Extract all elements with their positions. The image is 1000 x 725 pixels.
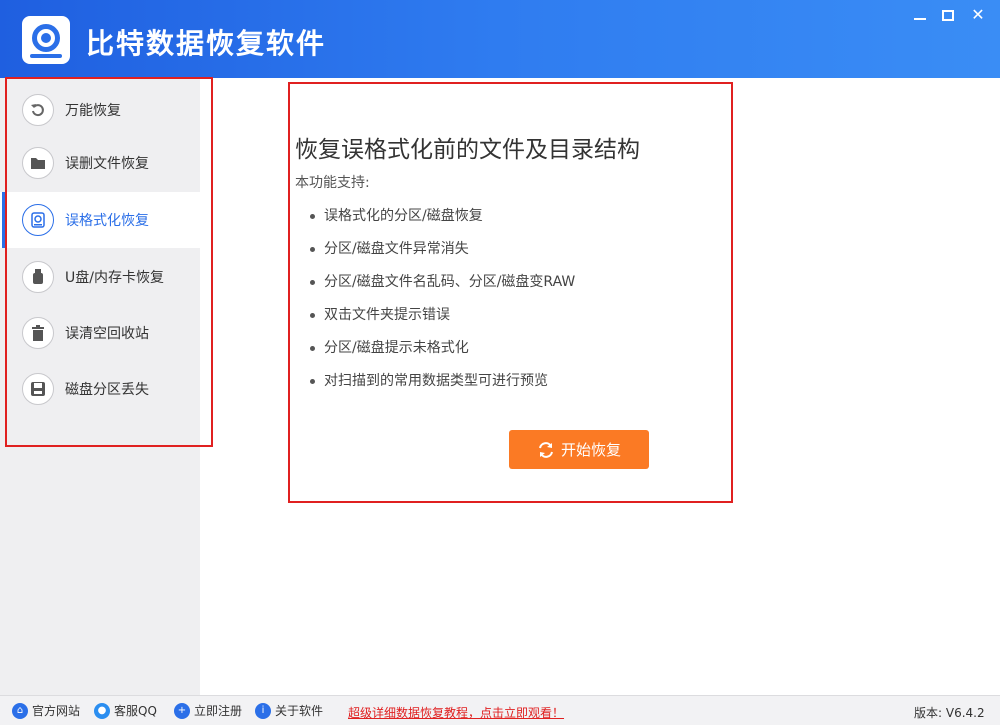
undo-icon (22, 94, 54, 126)
info-icon: i (255, 702, 271, 719)
folder-icon (22, 147, 54, 179)
bullet-icon (310, 345, 315, 351)
sidebar-item-deleted-files[interactable]: 误删文件恢复 (0, 135, 200, 191)
sidebar-item-recycle-bin[interactable]: 误清空回收站 (0, 305, 200, 361)
sidebar-item-label: 磁盘分区丢失 (65, 382, 149, 398)
maximize-icon (942, 10, 954, 21)
usb-drive-icon (22, 261, 54, 293)
about-link[interactable]: i 关于软件 (255, 702, 323, 719)
feature-intro: 本功能支持: (295, 175, 370, 191)
home-icon: ⌂ (12, 702, 28, 719)
bullet-icon (310, 213, 315, 219)
start-recovery-button[interactable]: 开始恢复 (509, 430, 649, 469)
page-title: 恢复误格式化前的文件及目录结构 (295, 137, 640, 163)
bullet-icon (310, 378, 315, 384)
user-register-icon: + (174, 702, 190, 719)
refresh-icon (539, 441, 553, 458)
sidebar-item-usb-recovery[interactable]: U盘/内存卡恢复 (0, 249, 200, 305)
feature-item: 分区/磁盘文件名乱码、分区/磁盘变RAW (310, 271, 575, 291)
customer-service-qq-link[interactable]: ● 客服QQ (94, 702, 157, 719)
sidebar-item-partition-lost[interactable]: 磁盘分区丢失 (0, 361, 200, 417)
close-button[interactable]: ✕ (962, 0, 994, 30)
sidebar-item-label: 误格式化恢复 (65, 213, 149, 229)
sidebar-item-label: 万能恢复 (65, 103, 121, 119)
app-title: 比特数据恢复软件 (86, 27, 327, 60)
bullet-icon (310, 279, 315, 285)
bullet-icon (310, 312, 315, 318)
sidebar-item-universal-recovery[interactable]: 万能恢复 (0, 82, 200, 138)
version-label: 版本: V6.4.2 (914, 706, 985, 720)
tutorial-promo-link[interactable]: 超级详细数据恢复教程，点击立即观看！ (348, 704, 564, 721)
official-site-link[interactable]: ⌂ 官方网站 (12, 702, 80, 719)
sidebar-item-label: 误删文件恢复 (65, 156, 149, 172)
feature-item: 双击文件夹提示错误 (310, 304, 450, 324)
format-disk-icon (22, 204, 54, 236)
feature-item: 分区/磁盘提示未格式化 (310, 337, 469, 357)
sidebar-item-label: 误清空回收站 (65, 326, 149, 342)
bullet-icon (310, 246, 315, 252)
trash-icon (22, 317, 54, 349)
title-bar: 比特数据恢复软件 ✕ (0, 0, 1000, 78)
sidebar: 万能恢复 误删文件恢复 误格式化恢复 U盘/内存卡恢复 误清空回收站 磁盘分区丢… (0, 78, 200, 695)
disk-icon (22, 373, 54, 405)
start-recovery-label: 开始恢复 (560, 441, 621, 459)
sidebar-item-format-recovery[interactable]: 误格式化恢复 (0, 192, 200, 248)
status-bar: ⌂ 官方网站 ● 客服QQ + 立即注册 i 关于软件 超级详细数据恢复教程，点… (0, 695, 1000, 725)
app-logo (22, 16, 70, 64)
minimize-icon (914, 18, 926, 20)
register-link[interactable]: + 立即注册 (174, 702, 242, 719)
sidebar-item-label: U盘/内存卡恢复 (65, 270, 164, 286)
maximize-button[interactable] (932, 0, 964, 30)
feature-item: 分区/磁盘文件异常消失 (310, 238, 469, 258)
feature-item: 误格式化的分区/磁盘恢复 (310, 205, 483, 225)
active-indicator (2, 192, 5, 248)
feature-item: 对扫描到的常用数据类型可进行预览 (310, 370, 548, 390)
qq-icon: ● (94, 702, 110, 719)
